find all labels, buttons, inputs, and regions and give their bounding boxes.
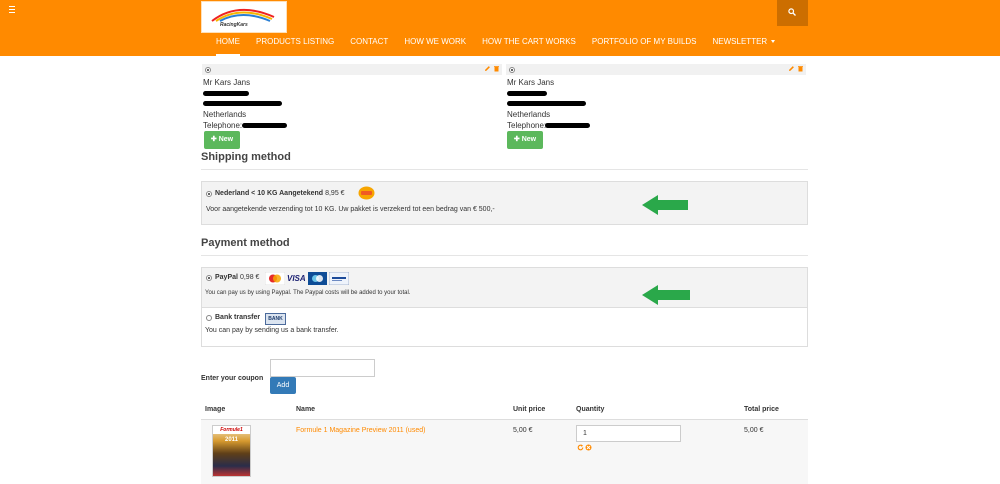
thumbnail-brand: Formule1 (213, 426, 250, 434)
shipping-panel: Nederland < 10 KG Aangetekend 8,95 € Voor… (201, 181, 808, 225)
bank-option-label[interactable]: Bank transfer (215, 314, 260, 321)
shipping-option-name: Nederland < 10 KG Aangetekend (215, 190, 324, 197)
new-address-label-1: New (218, 136, 234, 143)
menu-icon[interactable] (9, 6, 17, 14)
nav-newsletter[interactable]: NEWSLETTER (705, 37, 784, 56)
shipping-option-label[interactable]: Nederland < 10 KG Aangetekend 8,95 € (215, 190, 345, 197)
divider (201, 169, 808, 170)
shipping-radio[interactable] (206, 191, 212, 197)
chevron-down-icon (771, 40, 776, 44)
nav-portfolio[interactable]: PORTFOLIO OF MY BUILDS (584, 37, 705, 56)
shipping-title: Shipping method (201, 151, 291, 163)
new-address-label-2: New (521, 136, 537, 143)
table-row (201, 420, 808, 484)
postnl-logo-icon (358, 186, 375, 200)
site-logo[interactable]: RacingKars (201, 1, 287, 33)
shipping-option-price: 8,95 € (325, 190, 345, 197)
nav-how-we-work[interactable]: HOW WE WORK (396, 37, 474, 56)
bank-option-desc: You can pay by sending us a bank transfe… (205, 327, 339, 334)
mastercard-icon (265, 272, 285, 285)
coupon-label: Enter your coupon (201, 375, 264, 382)
bank-transfer-icon: BANK (265, 313, 286, 325)
address-bar-2 (506, 64, 806, 75)
maestro-icon (308, 272, 327, 285)
paypal-logo-icon (329, 272, 349, 285)
nav-how-the-cart-works[interactable]: HOW THE CART WORKS (474, 37, 584, 56)
paypal-radio[interactable] (206, 275, 212, 281)
top-bar: RacingKars HOME PRODUCTS LISTING CONTACT… (0, 0, 1000, 56)
main-nav: HOME PRODUCTS LISTING CONTACT HOW WE WOR… (208, 37, 783, 56)
redacted-street (203, 91, 249, 96)
product-name-link[interactable]: Formule 1 Magazine Preview 2011 (used) (296, 427, 425, 434)
coupon-input[interactable] (270, 359, 375, 377)
paypal-option-price: 0,98 € (239, 274, 260, 281)
quantity-input[interactable]: 1 (576, 425, 681, 442)
address-name-1: Mr Kars Jans (203, 78, 251, 87)
nav-products-listing[interactable]: PRODUCTS LISTING (248, 37, 342, 56)
col-header-name: Name (296, 406, 316, 413)
address-name-2: Mr Kars Jans (507, 78, 555, 87)
payment-option-bank: Bank transfer BANK You can pay by sendin… (202, 308, 807, 346)
address-phone-label-2: Telephone: (507, 121, 547, 130)
address-phone-label-1: Telephone: (203, 121, 243, 130)
address-country-1: Netherlands (203, 110, 247, 119)
paypal-option-desc: You can pay us by using Paypal. The Payp… (205, 290, 411, 296)
trash-icon[interactable] (493, 65, 500, 72)
nav-contact[interactable]: CONTACT (342, 37, 396, 56)
paypal-option-name: PayPal (215, 274, 238, 281)
nav-home[interactable]: HOME (208, 37, 248, 56)
redacted-phone (545, 123, 590, 128)
green-arrow-icon (642, 195, 688, 215)
payment-option-paypal: PayPal 0,98 € VISA You can pay us by usin… (202, 268, 807, 308)
total-price: 5,00 € (744, 427, 764, 434)
col-header-unit-price: Unit price (513, 406, 546, 413)
logo-swoosh-icon (211, 8, 275, 22)
pencil-icon[interactable] (484, 65, 491, 72)
redacted-city (507, 101, 586, 106)
search-icon (788, 8, 796, 16)
divider (201, 255, 808, 256)
shipping-option-desc: Voor aangetekende verzending tot 10 KG. … (206, 206, 495, 213)
trash-icon[interactable] (797, 65, 804, 72)
logo-text: RacingKars (220, 22, 248, 28)
green-arrow-icon (642, 285, 690, 305)
thumbnail-year: 2011 (225, 437, 239, 443)
plus-icon: ✚ (210, 136, 217, 143)
refresh-icon[interactable] (577, 444, 584, 451)
product-thumbnail[interactable]: Formule1 2011 (212, 425, 251, 477)
pencil-icon[interactable] (788, 65, 795, 72)
redacted-phone (242, 123, 287, 128)
col-header-quantity: Quantity (576, 406, 605, 413)
new-address-button-2[interactable]: ✚ New (507, 131, 543, 149)
visa-icon: VISA (287, 274, 306, 283)
address-bar-1 (202, 64, 502, 75)
redacted-street (507, 91, 547, 96)
redacted-city (203, 101, 282, 106)
unit-price: 5,00 € (513, 427, 533, 434)
add-coupon-button[interactable]: Add (270, 377, 296, 394)
search-button[interactable] (777, 0, 808, 26)
nav-newsletter-label: NEWSLETTER (712, 37, 768, 46)
bank-radio[interactable] (206, 315, 212, 321)
col-header-image: Image (205, 406, 226, 413)
new-address-button-1[interactable]: ✚ New (204, 131, 240, 149)
remove-icon[interactable] (585, 444, 592, 451)
address-radio-1[interactable] (205, 67, 211, 73)
payment-panel: PayPal 0,98 € VISA You can pay us by usin… (201, 267, 808, 347)
address-radio-2[interactable] (509, 67, 515, 73)
paypal-option-label[interactable]: PayPal 0,98 € (215, 274, 259, 281)
col-header-total-price: Total price (744, 406, 779, 413)
plus-icon: ✚ (513, 136, 520, 143)
address-country-2: Netherlands (507, 110, 551, 119)
payment-title: Payment method (201, 237, 290, 249)
